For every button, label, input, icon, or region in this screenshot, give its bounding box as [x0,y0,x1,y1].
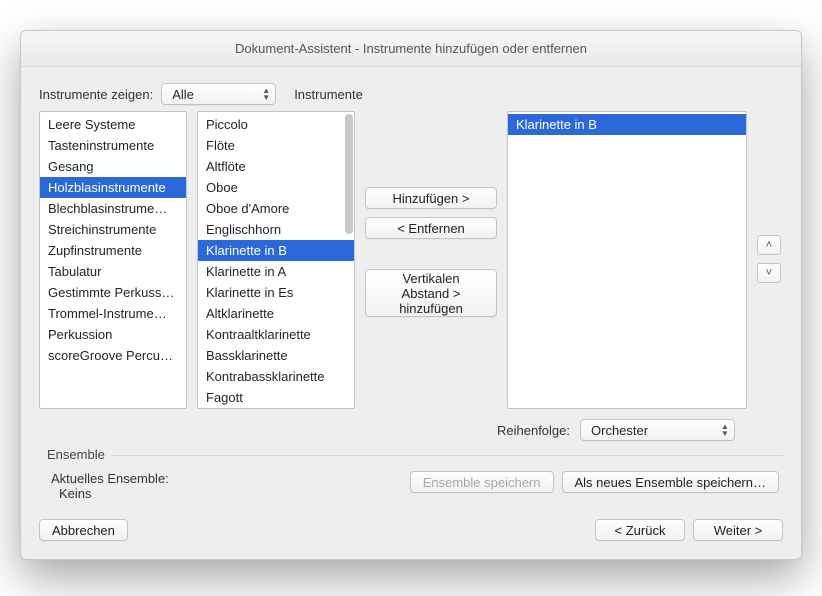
instrument-item[interactable]: Klarinette in A [198,261,354,282]
add-button[interactable]: Hinzufügen > [365,187,497,209]
family-item[interactable]: Gestimmte Perkuss… [40,282,186,303]
remove-button-label: < Entfernen [397,221,465,236]
instrument-item[interactable]: Piccolo [198,114,354,135]
back-button[interactable]: < Zurück [595,519,685,541]
next-button-label: Weiter > [714,523,763,538]
instrument-item[interactable]: Kontraaltklarinette [198,324,354,345]
move-up-button[interactable]: ˄ [757,235,781,255]
filter-row: Instrumente zeigen: Alle ▲▼ Instrumente [39,83,783,105]
family-item[interactable]: Zupfinstrumente [40,240,186,261]
family-item[interactable]: Tabulatur [40,261,186,282]
save-ensemble-label: Ensemble speichern [423,475,541,490]
instrument-item[interactable]: Altflöte [198,156,354,177]
save-as-new-ensemble-label: Als neues Ensemble speichern… [575,475,767,490]
instrument-item[interactable]: Oboe d'Amore [198,198,354,219]
titlebar: Dokument-Assistent - Instrumente hinzufü… [21,31,801,67]
filter-select[interactable]: Alle ▲▼ [161,83,276,105]
current-ensemble: Aktuelles Ensemble: Keins [51,471,169,501]
filter-select-value: Alle [172,87,194,102]
instrument-item[interactable]: Altklarinette [198,303,354,324]
family-item[interactable]: Blechblasinstrume… [40,198,186,219]
remove-button[interactable]: < Entfernen [365,217,497,239]
add-vertical-space-label: Vertikalen Abstand > hinzufügen [378,271,484,316]
save-as-new-ensemble-button[interactable]: Als neues Ensemble speichern… [562,471,780,493]
family-item[interactable]: scoreGroove Percu… [40,345,186,366]
instruments-label: Instrumente [294,87,363,102]
instrument-item[interactable]: Flöte [198,135,354,156]
order-row: Reihenfolge: Orchester ▲▼ [39,419,783,441]
ensemble-group: Ensemble Aktuelles Ensemble: Keins Ensem… [39,455,783,505]
instrument-item[interactable]: Kontrabassklarinette [198,366,354,387]
reorder-buttons: ˄ ˅ [757,111,781,409]
instrument-item[interactable]: Bassklarinette [198,345,354,366]
updown-icon: ▲▼ [262,87,270,101]
move-down-button[interactable]: ˅ [757,263,781,283]
order-select-value: Orchester [591,423,648,438]
dialog-window: Dokument-Assistent - Instrumente hinzufü… [20,30,802,560]
added-instruments-listbox[interactable]: Klarinette in B [507,111,747,409]
chevron-down-icon: ˅ [766,267,772,279]
current-ensemble-label: Aktuelles Ensemble: [51,471,169,486]
footer-buttons: Abbrechen < Zurück Weiter > [39,519,783,541]
scrollbar-thumb[interactable] [345,114,353,234]
instrument-item[interactable]: Fagott [198,387,354,408]
family-item[interactable]: Streichinstrumente [40,219,186,240]
mid-button-column: Hinzufügen > < Entfernen Vertikalen Abst… [365,111,497,409]
family-item[interactable]: Gesang [40,156,186,177]
instruments-listbox[interactable]: PiccoloFlöteAltflöteOboeOboe d'AmoreEngl… [197,111,355,409]
main-columns: Leere SystemeTasteninstrumenteGesangHolz… [39,111,783,409]
next-button[interactable]: Weiter > [693,519,783,541]
family-item[interactable]: Holzblasinstrumente [40,177,186,198]
current-ensemble-value: Keins [59,486,169,501]
updown-icon: ▲▼ [721,423,729,437]
back-button-label: < Zurück [615,523,666,538]
ensemble-legend: Ensemble [41,447,111,462]
added-instrument-item[interactable]: Klarinette in B [508,114,746,135]
instrument-item[interactable]: Klarinette in Es [198,282,354,303]
save-ensemble-button: Ensemble speichern [410,471,554,493]
cancel-button[interactable]: Abbrechen [39,519,128,541]
dialog-content: Instrumente zeigen: Alle ▲▼ Instrumente … [21,67,801,559]
instrument-item[interactable]: Englischhorn [198,219,354,240]
family-item[interactable]: Trommel-Instrume… [40,303,186,324]
order-select[interactable]: Orchester ▲▼ [580,419,735,441]
families-listbox[interactable]: Leere SystemeTasteninstrumenteGesangHolz… [39,111,187,409]
cancel-button-label: Abbrechen [52,523,115,538]
add-button-label: Hinzufügen > [393,191,470,206]
add-vertical-space-button[interactable]: Vertikalen Abstand > hinzufügen [365,269,497,317]
chevron-up-icon: ˄ [766,239,772,251]
family-item[interactable]: Leere Systeme [40,114,186,135]
order-label: Reihenfolge: [497,423,570,438]
show-instruments-label: Instrumente zeigen: [39,87,153,102]
family-item[interactable]: Perkussion [40,324,186,345]
window-title: Dokument-Assistent - Instrumente hinzufü… [235,41,587,56]
instrument-item[interactable]: Klarinette in B [198,240,354,261]
family-item[interactable]: Tasteninstrumente [40,135,186,156]
instrument-item[interactable]: Oboe [198,177,354,198]
